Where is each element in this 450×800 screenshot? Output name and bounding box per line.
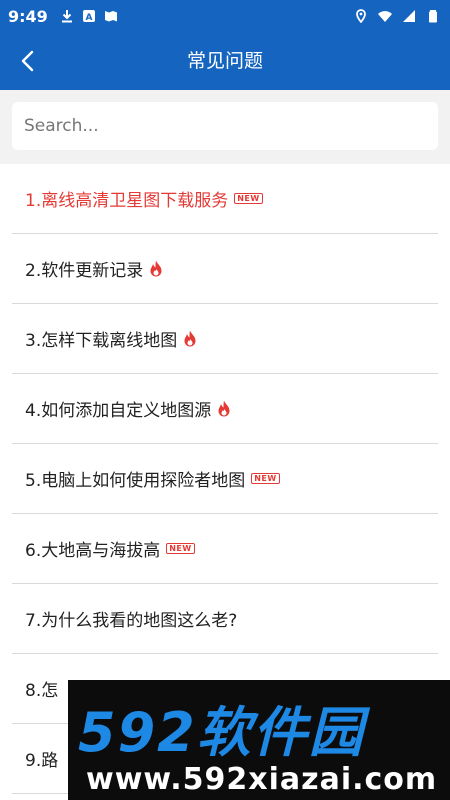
faq-item-label: 3.怎样下载离线地图 [25,331,178,351]
faq-item[interactable]: 1.离线高清卫星图下载服务 NEW [12,164,438,234]
fire-icon [218,400,230,417]
new-badge: NEW [234,193,263,204]
faq-item-label: 8.怎 [25,681,59,701]
new-badge: NEW [251,473,280,484]
watermark-logo: 592软件园 [78,701,365,764]
faq-item-label: 7.为什么我看的地图这么老? [25,611,238,631]
status-left-icons: A [60,9,118,23]
status-time: 9:49 [8,6,48,26]
back-button[interactable] [12,45,44,77]
faq-item[interactable]: 6.大地高与海拔高 NEW [12,514,438,584]
map-icon [104,11,117,22]
faq-item-label: 5.电脑上如何使用探险者地图 [25,471,246,491]
svg-text:A: A [85,13,92,23]
faq-item[interactable]: 3.怎样下载离线地图 [12,304,438,374]
page-title: 常见问题 [186,50,263,72]
faq-item-label: 1.离线高清卫星图下载服务 [25,191,229,211]
download-icon [61,10,72,23]
location-icon [356,9,366,23]
new-badge: NEW [166,543,195,554]
status-right-icons [354,9,440,23]
faq-item-label: 2.软件更新记录 [25,261,144,281]
watermark-url: www.592xiazai.com [86,762,438,797]
faq-item[interactable]: 2.软件更新记录 [12,234,438,304]
faq-item[interactable]: 5.电脑上如何使用探险者地图 NEW [12,444,438,514]
faq-item-label: 4.如何添加自定义地图源 [25,401,212,421]
status-bar: 9:49 A [0,0,450,32]
wifi-icon [378,11,392,22]
faq-item-label: 9.路 [25,751,59,771]
fire-icon [150,260,162,277]
signal-icon [403,10,415,22]
chevron-left-icon [21,50,34,72]
fire-icon [184,330,196,347]
faq-item-label: 6.大地高与海拔高 [25,541,161,561]
watermark-overlay: 592软件园 www.592xiazai.com [68,680,450,800]
app-bar: 常见问题 [0,32,450,90]
translate-icon: A [82,10,95,23]
battery-icon [429,10,437,23]
search-input[interactable] [12,102,438,150]
faq-item[interactable]: 7.为什么我看的地图这么老? [12,584,438,654]
search-area [0,90,450,164]
faq-item[interactable]: 4.如何添加自定义地图源 [12,374,438,444]
